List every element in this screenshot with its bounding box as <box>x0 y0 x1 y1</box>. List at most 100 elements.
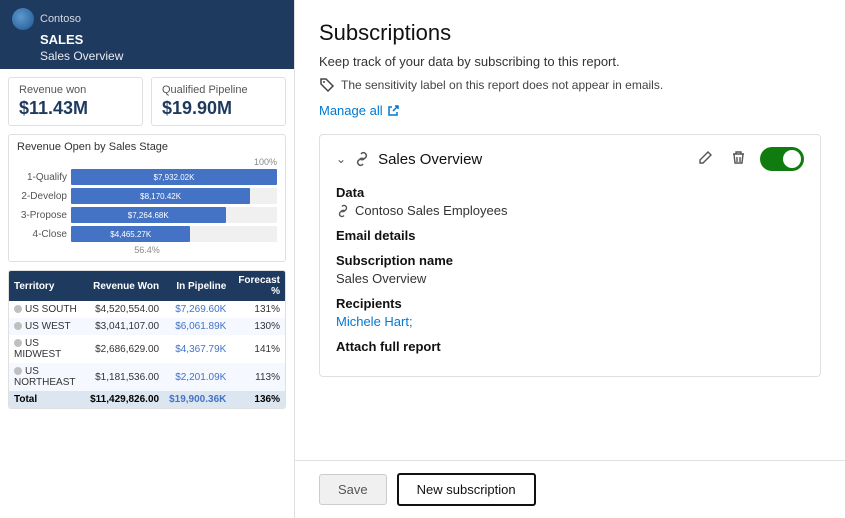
col-header-pipeline: In Pipeline <box>164 271 231 301</box>
revenue-value: $2,686,629.00 <box>85 335 164 363</box>
table-total-row: Total $11,429,826.00 $19,900.36K 136% <box>9 391 285 408</box>
forecast-table: Territory Revenue Won In Pipeline Foreca… <box>9 271 285 408</box>
panel-subtitle: Keep track of your data by subscribing t… <box>319 54 821 69</box>
kpi-card-revenue: Revenue won $11.43M <box>8 77 143 126</box>
table-row: US NORTHEAST $1,181,536.00 $2,201.09K 11… <box>9 363 285 391</box>
manage-all-label: Manage all <box>319 103 383 118</box>
page-label: Sales Overview <box>40 49 123 63</box>
data-section: Data Contoso Sales Employees <box>336 185 804 218</box>
tag-icon <box>319 77 335 93</box>
panel-title: Subscriptions <box>319 20 821 46</box>
toggle-knob <box>783 150 801 168</box>
total-forecast: 136% <box>231 391 285 408</box>
subscription-name-section: Subscription name Sales Overview <box>336 253 804 286</box>
revenue-value: $4,520,554.00 <box>85 301 164 318</box>
pipeline-value: $2,201.09K <box>164 363 231 391</box>
pipeline-value: $6,061.89K <box>164 318 231 335</box>
col-header-territory: Territory <box>9 271 85 301</box>
new-subscription-button[interactable]: New subscription <box>397 473 536 506</box>
recipients-section: Recipients Michele Hart; <box>336 296 804 329</box>
app-header: Contoso SALES Sales Overview <box>0 0 294 69</box>
bar-outer-4: $4,465.27K <box>71 226 277 242</box>
chart-percent-bottom: 56.4% <box>17 245 277 255</box>
section-label: SALES <box>12 32 282 47</box>
total-revenue: $11,429,826.00 <box>85 391 164 408</box>
link-chain-icon <box>354 151 370 167</box>
bar-chart: 100% 1-Qualify $7,932.02K 2-Develop $8,1… <box>17 157 277 255</box>
kpi-row: Revenue won $11.43M Qualified Pipeline $… <box>8 77 286 126</box>
forecast-table-section: Territory Revenue Won In Pipeline Foreca… <box>8 270 286 409</box>
forecast-value: 131% <box>231 301 285 318</box>
territory-name: US NORTHEAST <box>9 363 85 391</box>
bar-label-3: 3-Propose <box>17 210 67 221</box>
attach-section: Attach full report <box>336 339 804 354</box>
left-panel: Contoso SALES Sales Overview Revenue won… <box>0 0 295 518</box>
territory-name: US SOUTH <box>9 301 85 318</box>
kpi-label-pipeline: Qualified Pipeline <box>162 84 275 96</box>
bar-row-3: 3-Propose $7,264.68K <box>17 207 277 223</box>
app-logo <box>12 8 34 30</box>
bar-inner-2: $8,170.42K <box>71 188 250 204</box>
bar-outer-2: $8,170.42K <box>71 188 277 204</box>
bar-inner-3: $7,264.68K <box>71 207 226 223</box>
territory-name: US MIDWEST <box>9 335 85 363</box>
bar-inner-1: $7,932.02K <box>71 169 277 185</box>
attach-label: Attach full report <box>336 339 804 354</box>
bar-label-4: 4-Close <box>17 229 67 240</box>
chart-percent-top: 100% <box>17 157 277 167</box>
sub-name-label: Subscription name <box>336 253 804 268</box>
recipients-label: Recipients <box>336 296 804 311</box>
revenue-value: $1,181,536.00 <box>85 363 164 391</box>
subscription-card-title: ⌄ Sales Overview <box>336 151 482 168</box>
left-content: Revenue won $11.43M Qualified Pipeline $… <box>0 69 294 518</box>
pipeline-value: $7,269.60K <box>164 301 231 318</box>
col-header-revenue: Revenue Won <box>85 271 164 301</box>
kpi-label-revenue: Revenue won <box>19 84 132 96</box>
table-row: US SOUTH $4,520,554.00 $7,269.60K 131% <box>9 301 285 318</box>
data-value-text: Contoso Sales Employees <box>355 203 507 218</box>
edit-button[interactable] <box>694 148 717 171</box>
manage-all-link[interactable]: Manage all <box>319 103 821 118</box>
territory-name: US WEST <box>9 318 85 335</box>
link-icon-small <box>336 204 350 218</box>
table-row: US WEST $3,041,107.00 $6,061.89K 130% <box>9 318 285 335</box>
bar-label-2: 2-Develop <box>17 191 67 202</box>
sensitivity-note: The sensitivity label on this report doe… <box>319 77 821 93</box>
total-pipeline: $19,900.36K <box>164 391 231 408</box>
section-name: SALES <box>40 32 83 47</box>
subscription-card-header: ⌄ Sales Overview <box>336 147 804 171</box>
bar-outer-1: $7,932.02K <box>71 169 277 185</box>
bar-outer-3: $7,264.68K <box>71 207 277 223</box>
kpi-card-pipeline: Qualified Pipeline $19.90M <box>151 77 286 126</box>
app-name-row: Contoso <box>12 8 282 30</box>
table-row: US MIDWEST $2,686,629.00 $4,367.79K 141% <box>9 335 285 363</box>
chevron-icon[interactable]: ⌄ <box>336 152 346 166</box>
data-label: Data <box>336 185 804 200</box>
external-link-icon <box>387 104 400 117</box>
sub-name-value: Sales Overview <box>336 271 804 286</box>
bar-row-2: 2-Develop $8,170.42K <box>17 188 277 204</box>
chart-title: Revenue Open by Sales Stage <box>17 141 277 153</box>
bar-label-1: 1-Qualify <box>17 172 67 183</box>
bar-chart-section: Revenue Open by Sales Stage 100% 1-Quali… <box>8 134 286 262</box>
forecast-value: 130% <box>231 318 285 335</box>
page-name: Sales Overview <box>12 49 282 63</box>
forecast-value: 113% <box>231 363 285 391</box>
total-label: Total <box>9 391 85 408</box>
subscription-title: Sales Overview <box>378 151 482 168</box>
email-details-section: Email details <box>336 228 804 243</box>
footer-bar: Save New subscription <box>295 460 845 518</box>
bar-row-4: 4-Close $4,465.27K <box>17 226 277 242</box>
toggle-switch[interactable] <box>760 147 804 171</box>
pipeline-value: $4,367.79K <box>164 335 231 363</box>
recipients-value: Michele Hart; <box>336 314 804 329</box>
table-header-row: Territory Revenue Won In Pipeline Foreca… <box>9 271 285 301</box>
delete-button[interactable] <box>727 148 750 171</box>
card-actions <box>694 147 804 171</box>
save-button[interactable]: Save <box>319 474 387 505</box>
bar-inner-4: $4,465.27K <box>71 226 190 242</box>
company-name: Contoso <box>40 13 81 25</box>
col-header-forecast: Forecast % <box>231 271 285 301</box>
kpi-value-revenue: $11.43M <box>19 98 132 119</box>
kpi-value-pipeline: $19.90M <box>162 98 275 119</box>
